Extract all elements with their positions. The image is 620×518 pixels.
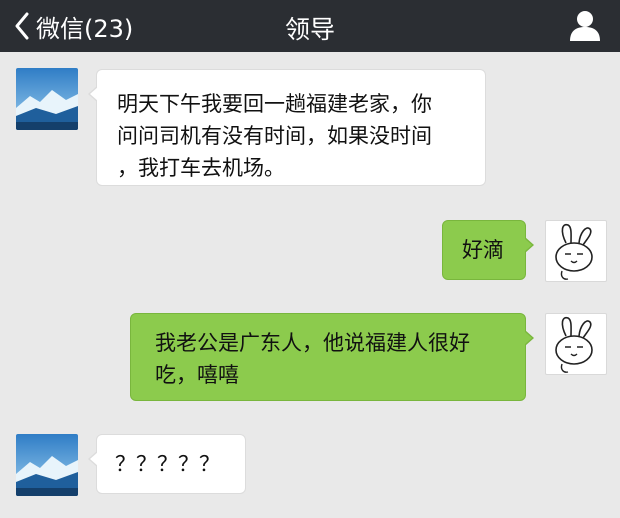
message-text-line: ？？？？？ xyxy=(115,452,220,476)
back-label: 微信(23) xyxy=(36,14,134,43)
boss-avatar[interactable] xyxy=(16,68,78,130)
message-text-line: 明天下午我要回一趟福建老家，你 xyxy=(117,92,432,116)
message-text-line: 好滴 xyxy=(462,238,504,262)
boss-avatar[interactable] xyxy=(16,434,78,496)
message-bubble[interactable]: 明天下午我要回一趟福建老家，你 问问司机有没有时间，如果没时间 ，我打车去机场。 xyxy=(88,69,486,186)
person-icon[interactable] xyxy=(568,8,602,42)
title-bar: 微信(23) 领导 xyxy=(0,0,620,52)
message-bubble[interactable]: 好滴 xyxy=(442,220,534,280)
message-bubble[interactable]: ？？？？？ xyxy=(88,434,246,494)
message-list: 明天下午我要回一趟福建老家，你 问问司机有没有时间，如果没时间 ，我打车去机场。… xyxy=(0,52,620,518)
message-bubble[interactable]: 我老公是广东人，他说福建人很好 吃，嘻嘻 xyxy=(130,313,534,401)
message-text-line: ，我打车去机场。 xyxy=(117,156,285,180)
chevron-left-icon xyxy=(15,12,29,40)
message-text-line: 吃，嘻嘻 xyxy=(155,363,239,387)
my-avatar[interactable] xyxy=(545,220,607,282)
message-text-line: 我老公是广东人，他说福建人很好 xyxy=(155,331,470,355)
back-button[interactable]: 微信(23) xyxy=(14,10,134,43)
my-avatar[interactable] xyxy=(545,313,607,375)
message-text-line: 问问司机有没有时间，如果没时间 xyxy=(117,124,432,148)
